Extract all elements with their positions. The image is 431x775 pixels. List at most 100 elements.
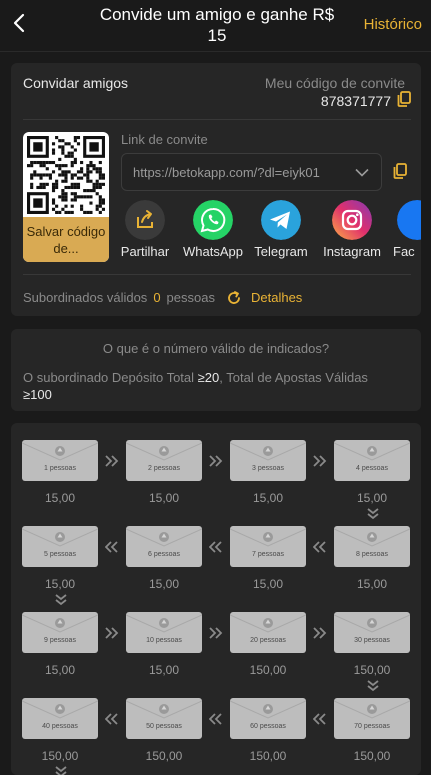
reward-tier-tile[interactable]: 4 pessoas <box>333 440 411 481</box>
reward-tier-tile[interactable]: 70 pessoas <box>333 698 411 739</box>
envelope-icon <box>125 526 203 567</box>
share-label: Instagram <box>323 244 381 259</box>
double-chevron-left-icon <box>209 541 222 553</box>
envelope-icon <box>21 612 99 653</box>
double-chevron-right-icon <box>209 627 223 639</box>
reward-tier-tile[interactable]: 8 pessoas <box>333 526 411 567</box>
tier-people-label: 9 pessoas <box>44 637 76 644</box>
divider <box>23 274 411 275</box>
share-facebook[interactable]: Fac <box>385 200 421 260</box>
reward-tier-tile[interactable]: 10 pessoas <box>125 612 203 653</box>
history-link[interactable]: Histórico <box>364 16 422 33</box>
divider <box>23 119 411 120</box>
rules-bets-value: ≥100 <box>23 387 52 402</box>
double-chevron-left-icon <box>209 713 222 725</box>
rules-deposit-label: O subordinado Depósito Total <box>23 370 195 385</box>
tier-amount: 150,00 <box>249 749 287 763</box>
rules-bets-label: , Total de Apostas Válidas <box>219 370 368 385</box>
tier-amount: 150,00 <box>249 663 287 677</box>
tier-amount: 150,00 <box>353 663 391 677</box>
reward-tier-tile[interactable]: 20 pessoas <box>229 612 307 653</box>
tier-people-label: 8 pessoas <box>356 551 388 558</box>
tier-amount: 15,00 <box>252 491 284 505</box>
envelope-icon <box>21 440 99 481</box>
tier-amount: 15,00 <box>44 577 76 591</box>
double-chevron-left-icon <box>313 541 326 553</box>
share-label: Partilhar <box>120 244 170 259</box>
tier-amount: 15,00 <box>44 491 76 505</box>
reward-tier-tile[interactable]: 7 pessoas <box>229 526 307 567</box>
qr-code-card: Salvar código de... <box>23 132 109 262</box>
tier-people-label: 30 pessoas <box>354 637 390 644</box>
refresh-icon[interactable] <box>227 291 241 305</box>
reward-tiers-card: 1 pessoas 15,00 2 pessoas 15,00 3 pessoas 15,… <box>11 423 421 775</box>
double-chevron-down-icon <box>367 508 379 520</box>
tier-amount: 15,00 <box>44 663 76 677</box>
tier-people-label: 70 pessoas <box>354 723 390 730</box>
envelope-icon <box>229 612 307 653</box>
rules-text: O subordinado Depósito Total ≥20, Total … <box>23 369 403 403</box>
reward-tier-tile[interactable]: 30 pessoas <box>333 612 411 653</box>
subordinates-count: 0 <box>153 290 161 305</box>
back-arrow-icon[interactable] <box>10 12 30 34</box>
rules-question: O que é o número válido de indicados? <box>102 341 330 356</box>
envelope-icon <box>125 440 203 481</box>
tier-people-label: 2 pessoas <box>148 465 180 472</box>
subordinates-unit: pessoas <box>166 290 215 305</box>
share-icon <box>125 200 165 240</box>
envelope-icon <box>21 526 99 567</box>
details-link[interactable]: Detalhes <box>251 290 302 305</box>
envelope-icon <box>229 698 307 739</box>
tier-people-label: 20 pessoas <box>250 637 286 644</box>
tier-amount: 150,00 <box>145 749 183 763</box>
reward-tier-tile[interactable]: 9 pessoas <box>21 612 99 653</box>
reward-tier-tile[interactable]: 60 pessoas <box>229 698 307 739</box>
reward-tier-tile[interactable]: 3 pessoas <box>229 440 307 481</box>
double-chevron-down-icon <box>55 594 67 606</box>
tier-people-label: 4 pessoas <box>356 465 388 472</box>
reward-tier-tile[interactable]: 2 pessoas <box>125 440 203 481</box>
share-partilhar[interactable]: Partilhar <box>109 200 181 260</box>
double-chevron-right-icon <box>313 455 327 467</box>
tier-amount: 150,00 <box>41 749 79 763</box>
share-whatsapp[interactable]: WhatsApp <box>177 200 249 260</box>
share-label: WhatsApp <box>183 244 243 259</box>
tier-people-label: 1 pessoas <box>44 465 76 472</box>
tier-amount: 15,00 <box>148 491 180 505</box>
invite-link-field[interactable]: https://betokapp.com/?dl=eiyk01 <box>121 153 382 191</box>
envelope-icon <box>21 698 99 739</box>
rules-deposit-value: ≥20 <box>197 370 220 385</box>
invite-link-label: Link de convite <box>121 132 208 147</box>
reward-tier-tile[interactable]: 6 pessoas <box>125 526 203 567</box>
tier-people-label: 40 pessoas <box>42 723 78 730</box>
reward-tier-tile[interactable]: 40 pessoas <box>21 698 99 739</box>
double-chevron-down-icon <box>55 766 67 775</box>
chevron-down-icon[interactable] <box>355 168 369 177</box>
double-chevron-down-icon <box>367 680 379 692</box>
tier-people-label: 6 pessoas <box>148 551 180 558</box>
reward-tier-tile[interactable]: 5 pessoas <box>21 526 99 567</box>
envelope-icon <box>333 526 411 567</box>
invite-link-text: https://betokapp.com/?dl=eiyk01 <box>133 165 320 180</box>
tier-people-label: 3 pessoas <box>252 465 284 472</box>
save-qr-button[interactable]: Salvar código de... <box>23 217 109 262</box>
envelope-icon <box>333 612 411 653</box>
double-chevron-left-icon <box>105 541 118 553</box>
valid-subordinates-row: Subordinados válidos 0 pessoas <box>23 290 215 305</box>
tier-amount: 15,00 <box>356 577 388 591</box>
header-bar: Convide um amigo e ganhe R$ 15 Histórico <box>0 0 431 52</box>
reward-tier-tile[interactable]: 1 pessoas <box>21 440 99 481</box>
copy-link-icon[interactable] <box>393 163 407 179</box>
share-instagram[interactable]: Instagram <box>316 200 388 260</box>
tier-people-label: 10 pessoas <box>146 637 182 644</box>
reward-tier-tile[interactable]: 50 pessoas <box>125 698 203 739</box>
page-title: Convide um amigo e ganhe R$ 15 <box>99 5 335 45</box>
share-telegram[interactable]: Telegram <box>245 200 317 260</box>
tier-amount: 15,00 <box>148 577 180 591</box>
double-chevron-left-icon <box>105 713 118 725</box>
copy-code-icon[interactable] <box>397 91 411 107</box>
double-chevron-right-icon <box>105 455 119 467</box>
tier-amount: 150,00 <box>353 749 391 763</box>
tier-people-label: 5 pessoas <box>44 551 76 558</box>
share-label: Telegram <box>254 244 308 259</box>
